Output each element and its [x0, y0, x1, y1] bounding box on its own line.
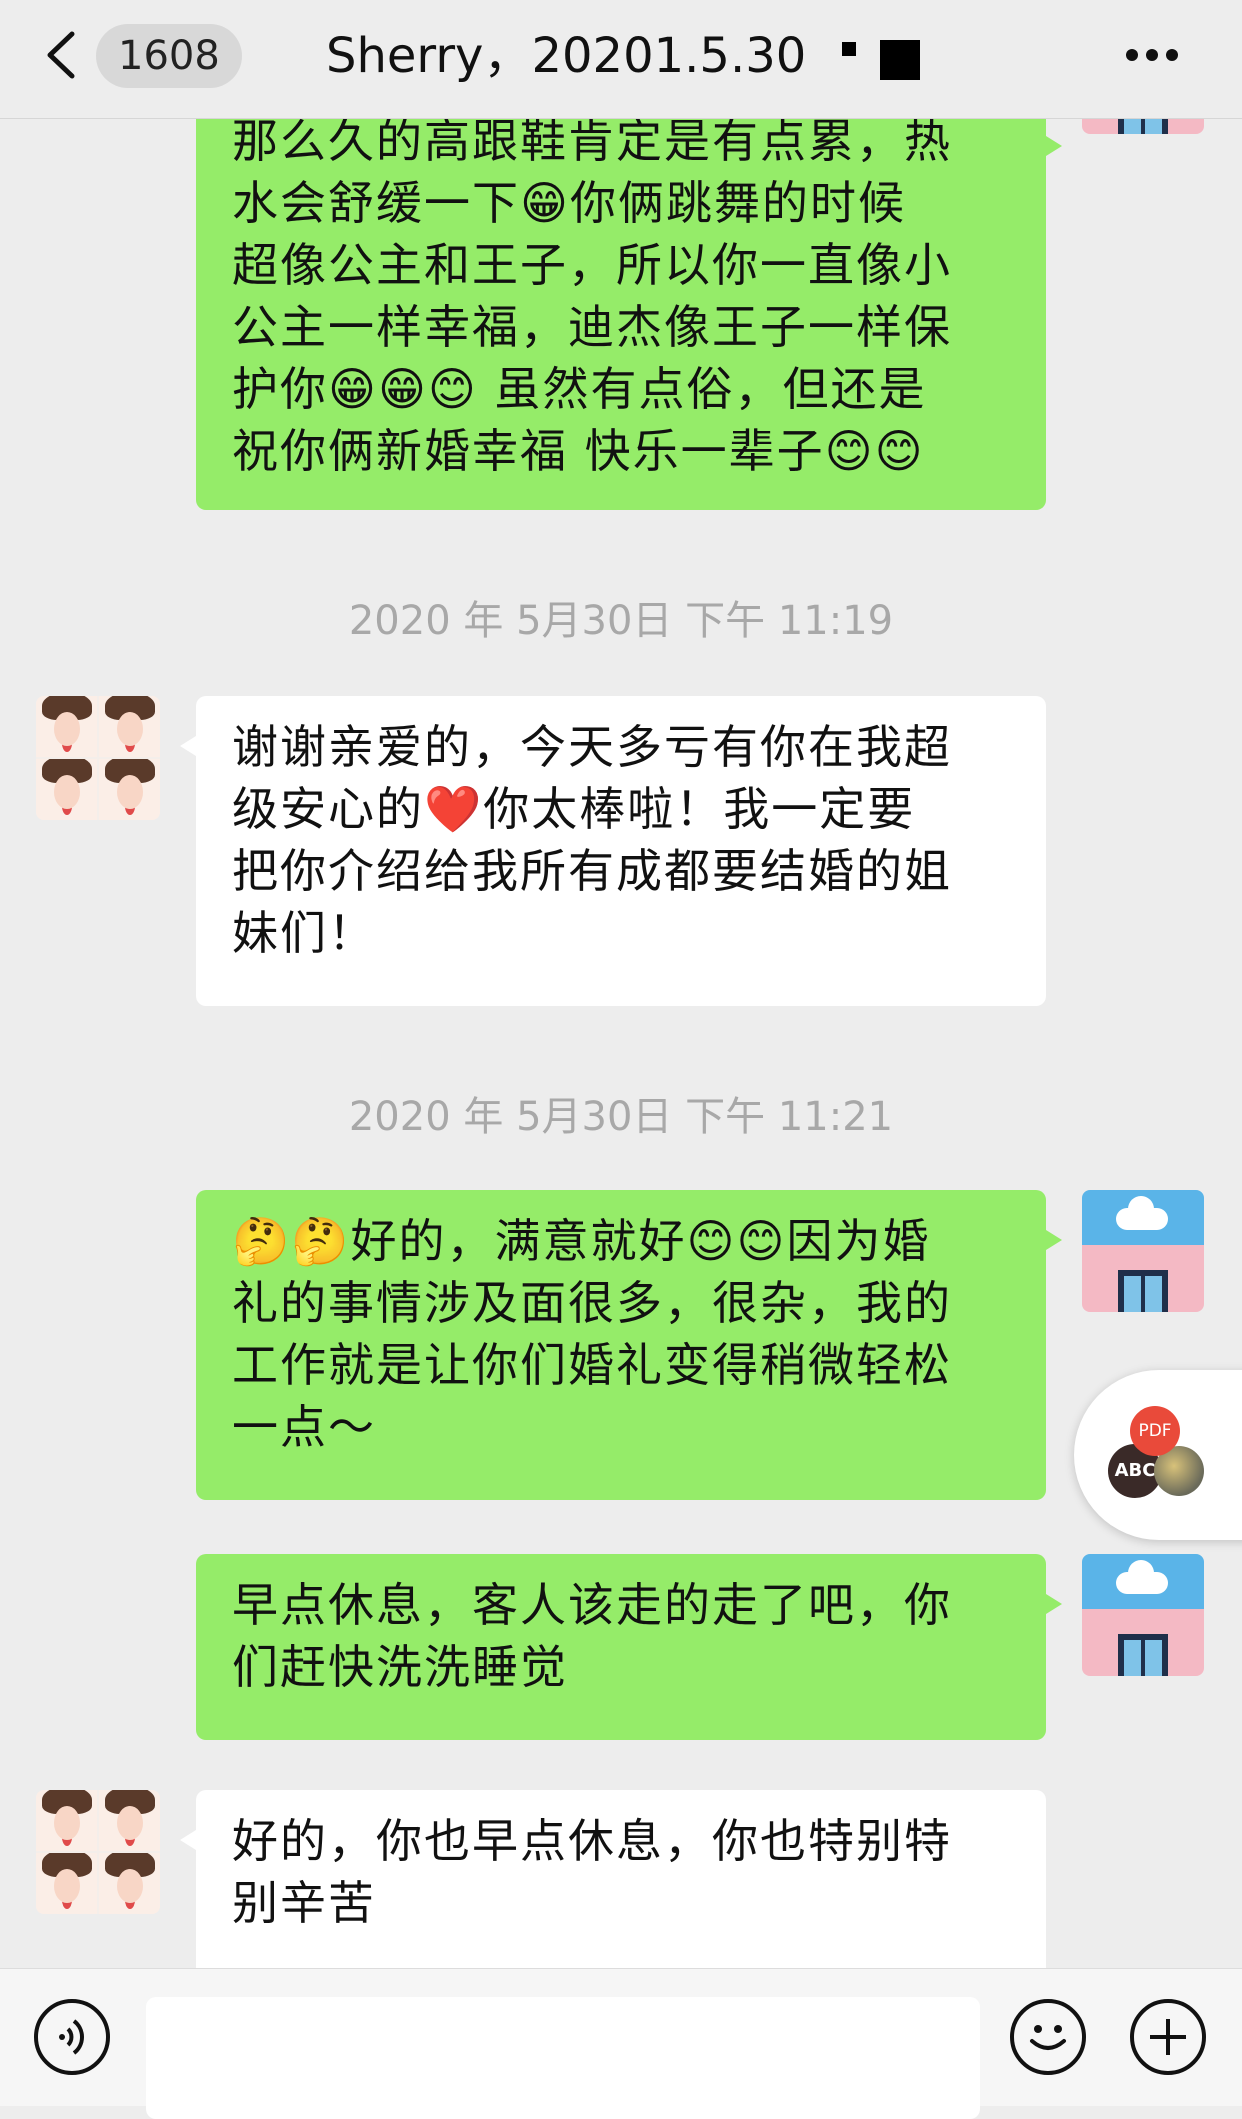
back-arrow-icon[interactable] — [42, 30, 82, 80]
unread-count-badge[interactable]: 1608 — [96, 24, 242, 88]
chat-area[interactable]: 那么久的高跟鞋肯定是有点累，热 水会舒缓一下😁你俩跳舞的时候 超像公主和王子，所… — [0, 0, 1242, 1968]
my-avatar[interactable] — [1082, 1190, 1204, 1312]
timestamp: 2020 年 5月30日 下午 11:19 — [348, 598, 894, 644]
contact-avatar[interactable] — [36, 1790, 160, 1914]
message-bubble-sent[interactable]: 那么久的高跟鞋肯定是有点累，热 水会舒缓一下😁你俩跳舞的时候 超像公主和王子，所… — [196, 96, 1062, 510]
message-bubble-received[interactable]: 好的，你也早点休息，你也特别特 别辛苦 — [180, 1790, 1046, 1968]
redaction-mark — [842, 42, 856, 56]
chat-title: Sherry，20201.5.30 — [326, 28, 807, 84]
emoji-icon[interactable] — [1010, 1999, 1086, 2075]
message-bubble-sent[interactable]: 🤔🤔好的，满意就好😊😊因为婚 礼的事情涉及面很多，很杂，我的 工作就是让你们婚礼… — [196, 1190, 1062, 1500]
chat-header: 1608 Sherry，20201.5.30 — [0, 0, 1242, 119]
input-bar — [0, 1968, 1242, 2119]
contact-avatar[interactable] — [36, 696, 160, 820]
message-input[interactable] — [146, 1997, 980, 2119]
redaction-mark — [880, 40, 920, 80]
more-options-icon[interactable] — [1126, 46, 1186, 62]
plus-icon[interactable] — [1130, 1999, 1206, 2075]
timestamp: 2020 年 5月30日 下午 11:21 — [348, 1094, 894, 1140]
message-bubble-sent[interactable]: 早点休息，客人该走的走了吧，你 们赶快洗洗睡觉 — [196, 1554, 1062, 1740]
voice-icon[interactable] — [34, 1999, 110, 2075]
pdf-icon: PDF — [1130, 1406, 1180, 1456]
my-avatar[interactable] — [1082, 1554, 1204, 1676]
message-bubble-received[interactable]: 谢谢亲爱的，今天多亏有你在我超 级安心的❤️你太棒啦！我一定要 把你介绍给我所有… — [180, 696, 1046, 1006]
floating-window-widget[interactable]: ABC PDF — [1074, 1370, 1242, 1540]
